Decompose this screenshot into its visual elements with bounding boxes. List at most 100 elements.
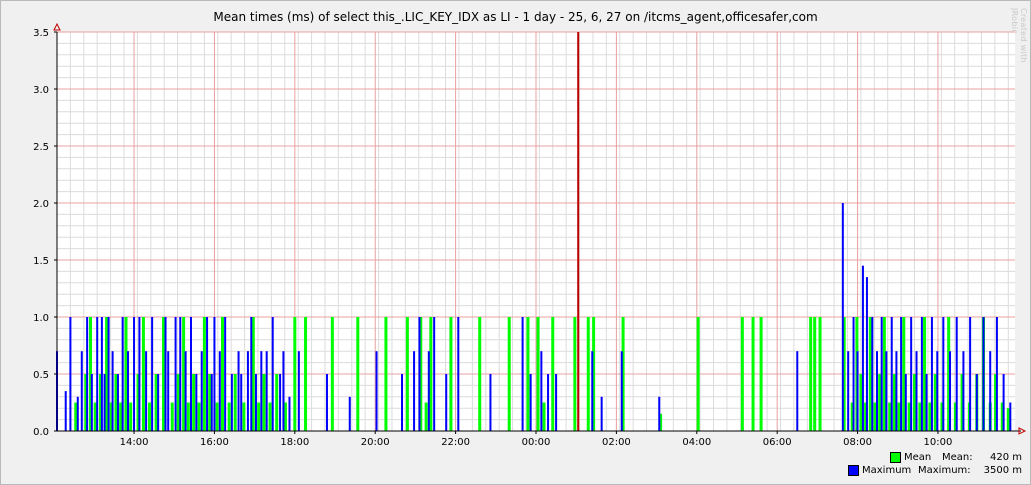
- mean-bar: [304, 317, 308, 431]
- mean-bar: [573, 317, 577, 431]
- mean-bar: [242, 402, 246, 431]
- maximum-bar: [865, 277, 868, 431]
- mean-bar: [507, 317, 511, 431]
- maximum-bar: [895, 351, 898, 431]
- legend-maximum-stat-value: 3500 m: [983, 465, 1022, 476]
- maximum-bar: [138, 317, 141, 431]
- x-tick-label: 10:00: [924, 437, 953, 448]
- maximum-bar: [930, 317, 933, 431]
- maximum-bar: [325, 374, 328, 431]
- maximum-bar: [246, 351, 249, 431]
- maximum-bar: [620, 351, 623, 431]
- legend-mean-stat-value: 420 m: [990, 452, 1023, 463]
- maximum-bar: [915, 351, 918, 431]
- x-axis-ticks: 14:00 16:00 18:00 20:00 22:00 00:00 02:00 04:00…: [120, 431, 953, 448]
- maximum-bar: [297, 351, 300, 431]
- maximum-bar: [577, 32, 580, 431]
- mean-bar: [293, 317, 297, 431]
- maximum-bar: [904, 374, 907, 431]
- mean-bar: [257, 402, 261, 431]
- maximum-bar: [962, 351, 965, 431]
- legend-mean-swatch: [890, 452, 901, 463]
- x-tick-label: 06:00: [763, 437, 792, 448]
- maximum-bar: [920, 317, 923, 431]
- mean-bar: [478, 317, 482, 431]
- x-tick-label: 18:00: [280, 437, 309, 448]
- mean-bar: [330, 317, 334, 431]
- mean-bar: [696, 317, 700, 431]
- mean-bar: [233, 374, 237, 431]
- maximum-bar: [200, 351, 203, 431]
- mean-bar: [141, 317, 145, 431]
- mean-bar: [192, 374, 196, 431]
- maximum-bar: [133, 317, 136, 431]
- maximum-bar: [127, 351, 130, 431]
- maximum-bar: [489, 374, 492, 431]
- maximum-bar: [265, 351, 268, 431]
- y-axis-arrow: [53, 22, 61, 31]
- maximum-bar: [875, 351, 878, 431]
- legend-maximum-label: Maximum: [862, 465, 912, 476]
- mean-bar: [275, 374, 279, 431]
- maximum-bar: [250, 317, 253, 431]
- mean-bar: [818, 317, 822, 431]
- legend-maximum-swatch: [848, 465, 859, 476]
- mean-bar: [740, 317, 744, 431]
- maximum-bar: [880, 317, 883, 431]
- mean-bar: [227, 402, 231, 431]
- mean-bar: [813, 317, 817, 431]
- maximum-bar: [975, 374, 978, 431]
- maximum-bar: [885, 351, 888, 431]
- maximum-bar: [427, 351, 430, 431]
- y-tick-label: 3.0: [33, 85, 49, 96]
- mean-bar: [536, 317, 540, 431]
- maximum-bar: [521, 317, 524, 431]
- maximum-bar: [279, 374, 282, 431]
- y-tick-label: 0.0: [33, 427, 49, 438]
- maximum-bar: [658, 396, 661, 431]
- maximum-bar: [76, 396, 79, 431]
- mean-bar: [220, 317, 224, 431]
- y-tick-label: 2.5: [33, 142, 49, 153]
- maximum-bar: [213, 317, 216, 431]
- x-tick-label: 20:00: [361, 437, 390, 448]
- maximum-bar: [856, 351, 859, 431]
- maximum-bar: [989, 351, 992, 431]
- maximum-bar: [910, 317, 913, 431]
- y-tick-label: 3.5: [33, 28, 49, 39]
- maximum-bar: [900, 317, 903, 431]
- maximum-bar: [111, 351, 114, 431]
- mean-bar: [586, 317, 590, 431]
- maximum-bar: [189, 317, 192, 431]
- maximum-bar: [852, 317, 855, 431]
- maximum-bar: [195, 374, 198, 431]
- maximum-bar: [861, 265, 864, 431]
- maximum-bar: [995, 317, 998, 431]
- maximum-bar: [796, 351, 799, 431]
- maximum-bar: [167, 351, 170, 431]
- x-tick-label: 22:00: [441, 437, 470, 448]
- maximum-bar: [100, 317, 103, 431]
- maximum-bar: [80, 351, 83, 431]
- maximum-bar: [949, 351, 952, 431]
- maximum-bar: [841, 203, 844, 431]
- maximum-bar: [445, 374, 448, 431]
- maximum-bar: [164, 317, 167, 431]
- mean-bar: [262, 374, 266, 431]
- maximum-bar: [218, 351, 221, 431]
- mean-bar: [186, 402, 190, 431]
- mean-bar: [170, 402, 174, 431]
- maximum-bar: [348, 396, 351, 431]
- x-tick-label: 16:00: [200, 437, 229, 448]
- maximum-bar: [96, 317, 99, 431]
- maximum-bar: [433, 317, 436, 431]
- maximum-bar: [157, 374, 160, 431]
- y-tick-label: 0.5: [33, 370, 49, 381]
- y-axis-ticks: 0.0 0.5 1.0 1.5 2.0 2.5 3.0 3.5: [33, 28, 57, 438]
- maximum-bar: [224, 317, 227, 431]
- maximum-bar: [871, 317, 874, 431]
- maximum-bar: [230, 374, 233, 431]
- maximum-bar: [418, 317, 421, 431]
- maximum-bar: [69, 317, 72, 431]
- maximum-bar: [90, 374, 93, 431]
